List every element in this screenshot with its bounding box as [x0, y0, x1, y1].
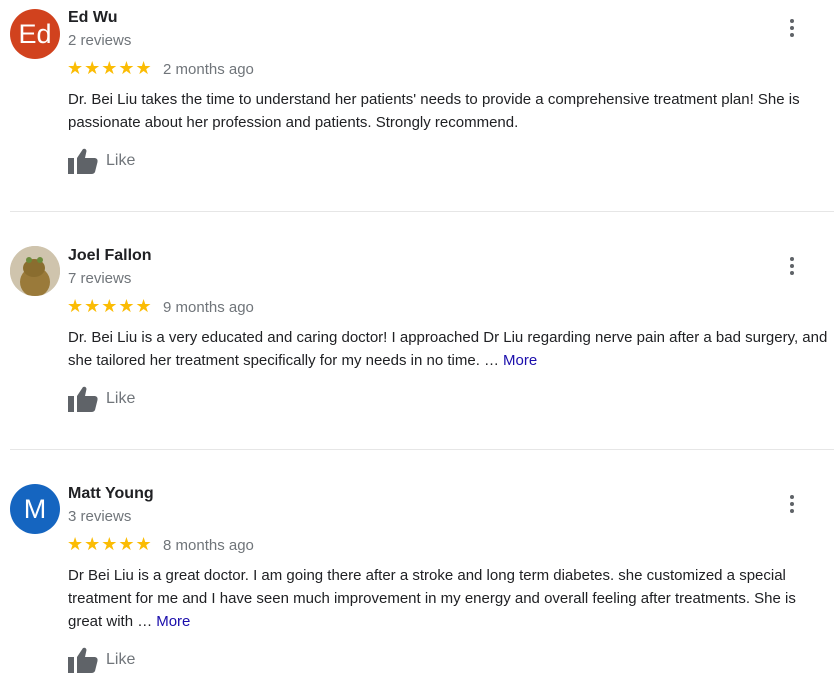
review-count[interactable]: 2 reviews [68, 32, 131, 49]
like-label: Like [106, 651, 136, 668]
star-rating: ★★★★★ [67, 534, 153, 554]
review-count[interactable]: 3 reviews [68, 508, 131, 525]
more-options-button[interactable] [780, 492, 804, 516]
review-text: Dr. Bei Liu takes the time to understand… [68, 88, 828, 134]
avatar[interactable] [10, 246, 60, 296]
like-label: Like [106, 152, 136, 169]
review-date: 9 months ago [163, 299, 254, 316]
like-button[interactable]: Like [68, 148, 135, 174]
reviewer-name[interactable]: Ed Wu [68, 9, 117, 27]
divider [10, 449, 834, 450]
like-label: Like [106, 390, 136, 407]
review-text-body: Dr. Bei Liu is a very educated and carin… [68, 329, 828, 369]
more-link[interactable]: More [156, 613, 190, 630]
more-vert-icon [790, 495, 794, 513]
review-count[interactable]: 7 reviews [68, 270, 131, 287]
more-vert-icon [790, 19, 794, 37]
review-text-body: Dr. Bei Liu takes the time to understand… [68, 91, 800, 131]
review-date: 8 months ago [163, 537, 254, 554]
reviewer-name[interactable]: Matt Young [68, 485, 154, 503]
thumb-up-icon [68, 148, 98, 174]
review-text: Dr Bei Liu is a great doctor. I am going… [68, 564, 828, 633]
star-rating: ★★★★★ [67, 296, 153, 316]
star-rating: ★★★★★ [67, 58, 153, 78]
avatar-letter: Ed [18, 18, 52, 49]
like-button[interactable]: Like [68, 386, 135, 412]
thumb-up-icon [68, 647, 98, 673]
avatar[interactable]: Ed [10, 9, 60, 59]
more-vert-icon [790, 257, 794, 275]
more-options-button[interactable] [780, 254, 804, 278]
thumb-up-icon [68, 386, 98, 412]
avatar-image [10, 246, 60, 296]
more-options-button[interactable] [780, 16, 804, 40]
avatar[interactable]: M [10, 484, 60, 534]
like-button[interactable]: Like [68, 647, 135, 673]
avatar-letter: M [23, 493, 47, 524]
review-date: 2 months ago [163, 61, 254, 78]
more-link[interactable]: More [503, 352, 537, 369]
reviewer-name[interactable]: Joel Fallon [68, 247, 152, 265]
review-text: Dr. Bei Liu is a very educated and carin… [68, 326, 828, 372]
divider [10, 211, 834, 212]
